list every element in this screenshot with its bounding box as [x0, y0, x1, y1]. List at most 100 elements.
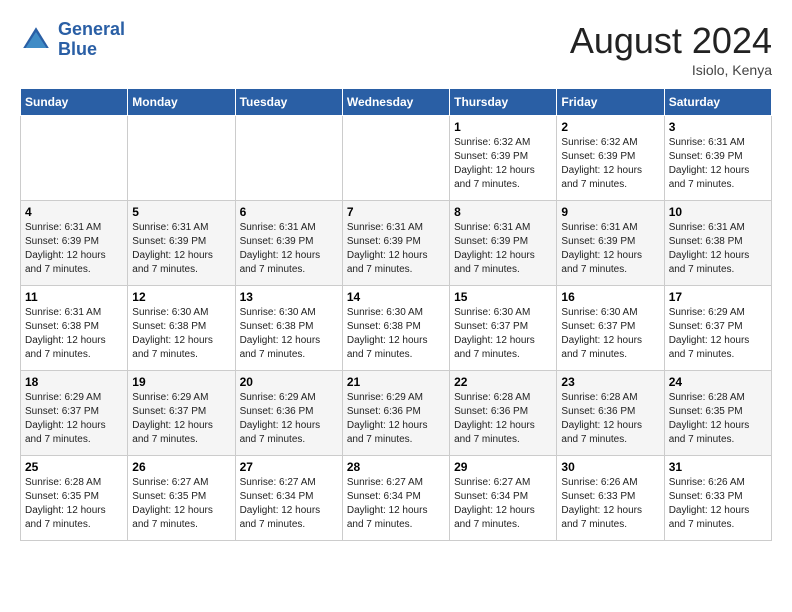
day-info: Sunrise: 6:29 AM Sunset: 6:36 PM Dayligh… — [347, 391, 445, 447]
day-info: Sunrise: 6:27 AM Sunset: 6:34 PM Dayligh… — [454, 476, 552, 532]
day-info: Sunrise: 6:28 AM Sunset: 6:35 PM Dayligh… — [25, 476, 123, 532]
calendar-week-row: 18 Sunrise: 6:29 AM Sunset: 6:37 PM Dayli… — [21, 371, 772, 456]
calendar-week-row: 11 Sunrise: 6:31 AM Sunset: 6:38 PM Dayli… — [21, 286, 772, 371]
day-info: Sunrise: 6:31 AM Sunset: 6:39 PM Dayligh… — [240, 221, 338, 277]
day-number: 20 — [240, 375, 338, 389]
logo: General Blue — [20, 20, 125, 60]
day-number: 7 — [347, 205, 445, 219]
day-info: Sunrise: 6:31 AM Sunset: 6:39 PM Dayligh… — [25, 221, 123, 277]
calendar-cell: 6 Sunrise: 6:31 AM Sunset: 6:39 PM Daylig… — [235, 201, 342, 286]
calendar-cell: 13 Sunrise: 6:30 AM Sunset: 6:38 PM Dayli… — [235, 286, 342, 371]
calendar-cell: 23 Sunrise: 6:28 AM Sunset: 6:36 PM Dayli… — [557, 371, 664, 456]
day-info: Sunrise: 6:30 AM Sunset: 6:38 PM Dayligh… — [347, 306, 445, 362]
calendar-week-row: 25 Sunrise: 6:28 AM Sunset: 6:35 PM Dayli… — [21, 456, 772, 541]
logo-blue: Blue — [58, 39, 97, 59]
calendar-cell: 15 Sunrise: 6:30 AM Sunset: 6:37 PM Dayli… — [450, 286, 557, 371]
day-number: 18 — [25, 375, 123, 389]
calendar-cell: 29Sunrise: 6:27 AM Sunset: 6:34 PM Dayli… — [450, 456, 557, 541]
day-number: 3 — [669, 120, 767, 134]
day-info: Sunrise: 6:27 AM Sunset: 6:35 PM Dayligh… — [132, 476, 230, 532]
day-number: 8 — [454, 205, 552, 219]
day-info: Sunrise: 6:31 AM Sunset: 6:39 PM Dayligh… — [561, 221, 659, 277]
day-info: Sunrise: 6:29 AM Sunset: 6:37 PM Dayligh… — [132, 391, 230, 447]
calendar-cell: 25 Sunrise: 6:28 AM Sunset: 6:35 PM Dayli… — [21, 456, 128, 541]
calendar-cell: 3Sunrise: 6:31 AM Sunset: 6:39 PM Daylig… — [664, 116, 771, 201]
day-number: 1 — [454, 120, 552, 134]
day-number: 23 — [561, 375, 659, 389]
calendar-header: SundayMondayTuesdayWednesdayThursdayFrid… — [21, 89, 772, 116]
day-info: Sunrise: 6:29 AM Sunset: 6:37 PM Dayligh… — [669, 306, 767, 362]
calendar-cell: 20 Sunrise: 6:29 AM Sunset: 6:36 PM Dayli… — [235, 371, 342, 456]
month-year: August 2024 — [570, 20, 772, 62]
day-number: 19 — [132, 375, 230, 389]
weekday-friday: Friday — [557, 89, 664, 116]
calendar-cell: 7 Sunrise: 6:31 AM Sunset: 6:39 PM Daylig… — [342, 201, 449, 286]
calendar-week-row: 1 Sunrise: 6:32 AM Sunset: 6:39 PM Daylig… — [21, 116, 772, 201]
calendar-cell: 31 Sunrise: 6:26 AM Sunset: 6:33 PM Dayli… — [664, 456, 771, 541]
day-number: 27 — [240, 460, 338, 474]
calendar-cell: 18 Sunrise: 6:29 AM Sunset: 6:37 PM Dayli… — [21, 371, 128, 456]
calendar-cell: 8 Sunrise: 6:31 AM Sunset: 6:39 PM Daylig… — [450, 201, 557, 286]
calendar-week-row: 4Sunrise: 6:31 AM Sunset: 6:39 PM Daylig… — [21, 201, 772, 286]
calendar-cell: 4Sunrise: 6:31 AM Sunset: 6:39 PM Daylig… — [21, 201, 128, 286]
calendar-cell: 2Sunrise: 6:32 AM Sunset: 6:39 PM Daylig… — [557, 116, 664, 201]
day-info: Sunrise: 6:28 AM Sunset: 6:36 PM Dayligh… — [561, 391, 659, 447]
day-info: Sunrise: 6:32 AM Sunset: 6:39 PM Dayligh… — [454, 136, 552, 192]
weekday-saturday: Saturday — [664, 89, 771, 116]
location: Isiolo, Kenya — [570, 62, 772, 78]
calendar-cell: 14 Sunrise: 6:30 AM Sunset: 6:38 PM Dayli… — [342, 286, 449, 371]
day-info: Sunrise: 6:27 AM Sunset: 6:34 PM Dayligh… — [347, 476, 445, 532]
calendar-cell: 11 Sunrise: 6:31 AM Sunset: 6:38 PM Dayli… — [21, 286, 128, 371]
calendar-cell: 26Sunrise: 6:27 AM Sunset: 6:35 PM Dayli… — [128, 456, 235, 541]
day-number: 10 — [669, 205, 767, 219]
day-number: 31 — [669, 460, 767, 474]
day-number: 6 — [240, 205, 338, 219]
day-info: Sunrise: 6:31 AM Sunset: 6:39 PM Dayligh… — [347, 221, 445, 277]
day-number: 25 — [25, 460, 123, 474]
calendar-body: 1 Sunrise: 6:32 AM Sunset: 6:39 PM Daylig… — [21, 116, 772, 541]
day-number: 30 — [561, 460, 659, 474]
calendar-cell: 10 Sunrise: 6:31 AM Sunset: 6:38 PM Dayli… — [664, 201, 771, 286]
day-info: Sunrise: 6:26 AM Sunset: 6:33 PM Dayligh… — [561, 476, 659, 532]
day-number: 2 — [561, 120, 659, 134]
day-number: 22 — [454, 375, 552, 389]
day-info: Sunrise: 6:30 AM Sunset: 6:38 PM Dayligh… — [240, 306, 338, 362]
day-info: Sunrise: 6:29 AM Sunset: 6:36 PM Dayligh… — [240, 391, 338, 447]
calendar-cell: 9Sunrise: 6:31 AM Sunset: 6:39 PM Daylig… — [557, 201, 664, 286]
logo-text: General Blue — [58, 20, 125, 60]
day-info: Sunrise: 6:30 AM Sunset: 6:37 PM Dayligh… — [561, 306, 659, 362]
day-number: 14 — [347, 290, 445, 304]
weekday-row: SundayMondayTuesdayWednesdayThursdayFrid… — [21, 89, 772, 116]
logo-general: General — [58, 19, 125, 39]
calendar-cell: 1 Sunrise: 6:32 AM Sunset: 6:39 PM Daylig… — [450, 116, 557, 201]
calendar-cell: 28 Sunrise: 6:27 AM Sunset: 6:34 PM Dayli… — [342, 456, 449, 541]
page-header: General Blue August 2024 Isiolo, Kenya — [20, 20, 772, 78]
weekday-wednesday: Wednesday — [342, 89, 449, 116]
calendar-table: SundayMondayTuesdayWednesdayThursdayFrid… — [20, 88, 772, 541]
day-number: 11 — [25, 290, 123, 304]
day-info: Sunrise: 6:28 AM Sunset: 6:35 PM Dayligh… — [669, 391, 767, 447]
day-number: 13 — [240, 290, 338, 304]
calendar-cell — [235, 116, 342, 201]
calendar-cell — [128, 116, 235, 201]
day-info: Sunrise: 6:30 AM Sunset: 6:37 PM Dayligh… — [454, 306, 552, 362]
calendar-cell: 27Sunrise: 6:27 AM Sunset: 6:34 PM Dayli… — [235, 456, 342, 541]
day-number: 24 — [669, 375, 767, 389]
day-info: Sunrise: 6:31 AM Sunset: 6:38 PM Dayligh… — [669, 221, 767, 277]
calendar-cell: 5Sunrise: 6:31 AM Sunset: 6:39 PM Daylig… — [128, 201, 235, 286]
day-info: Sunrise: 6:26 AM Sunset: 6:33 PM Dayligh… — [669, 476, 767, 532]
weekday-tuesday: Tuesday — [235, 89, 342, 116]
calendar-cell: 21 Sunrise: 6:29 AM Sunset: 6:36 PM Dayli… — [342, 371, 449, 456]
day-info: Sunrise: 6:29 AM Sunset: 6:37 PM Dayligh… — [25, 391, 123, 447]
calendar-cell: 19 Sunrise: 6:29 AM Sunset: 6:37 PM Dayli… — [128, 371, 235, 456]
day-number: 21 — [347, 375, 445, 389]
calendar-cell: 24 Sunrise: 6:28 AM Sunset: 6:35 PM Dayli… — [664, 371, 771, 456]
day-number: 28 — [347, 460, 445, 474]
day-number: 12 — [132, 290, 230, 304]
day-info: Sunrise: 6:31 AM Sunset: 6:39 PM Dayligh… — [454, 221, 552, 277]
calendar-cell: 17Sunrise: 6:29 AM Sunset: 6:37 PM Dayli… — [664, 286, 771, 371]
calendar-cell: 16Sunrise: 6:30 AM Sunset: 6:37 PM Dayli… — [557, 286, 664, 371]
day-info: Sunrise: 6:31 AM Sunset: 6:38 PM Dayligh… — [25, 306, 123, 362]
weekday-thursday: Thursday — [450, 89, 557, 116]
day-number: 15 — [454, 290, 552, 304]
